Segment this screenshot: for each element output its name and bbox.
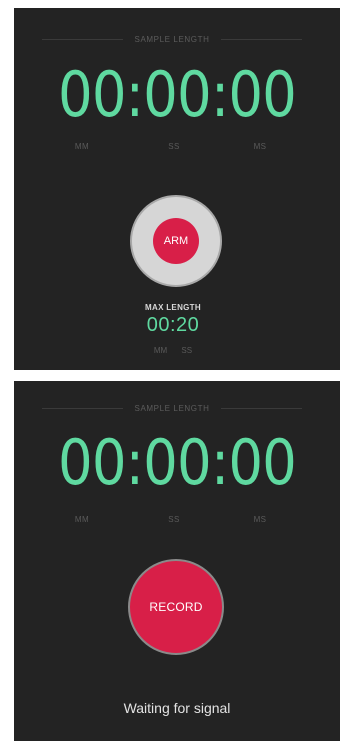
arm-button-label: ARM — [153, 218, 199, 264]
max-length-value[interactable]: 00:20 — [14, 314, 332, 337]
sample-length-label: SAMPLE LENGTH — [134, 34, 210, 44]
record-screen: SAMPLE LENGTH 00:00:00 MM SS MS RECORD W… — [14, 381, 340, 741]
arm-button[interactable]: ARM — [130, 195, 222, 287]
unit-seconds-label: SS — [168, 515, 180, 524]
unit-milliseconds-label: MS — [253, 515, 267, 524]
max-length-label: MAX LENGTH — [145, 303, 201, 312]
unit-minutes-label: MM — [74, 515, 90, 524]
max-length-units: MM SS — [153, 346, 193, 355]
sample-length-header: SAMPLE LENGTH — [42, 401, 302, 415]
sample-length-timer: 00:00:00 — [57, 426, 297, 499]
unit-seconds-label: SS — [168, 142, 180, 151]
sample-length-label: SAMPLE LENGTH — [134, 403, 210, 413]
arm-screen: SAMPLE LENGTH 00:00:00 MM SS MS ARM MAX … — [14, 8, 340, 370]
sample-length-timer: 00:00:00 — [57, 58, 297, 131]
status-text: Waiting for signal — [123, 700, 231, 716]
header-divider-right — [221, 407, 302, 409]
header-divider-left — [42, 38, 123, 40]
record-button[interactable]: RECORD — [128, 559, 224, 655]
unit-milliseconds-label: MS — [253, 142, 267, 151]
header-divider-right — [221, 38, 302, 40]
unit-minutes-label: MM — [74, 142, 90, 151]
sample-length-header: SAMPLE LENGTH — [42, 32, 302, 46]
header-divider-left — [42, 407, 123, 409]
